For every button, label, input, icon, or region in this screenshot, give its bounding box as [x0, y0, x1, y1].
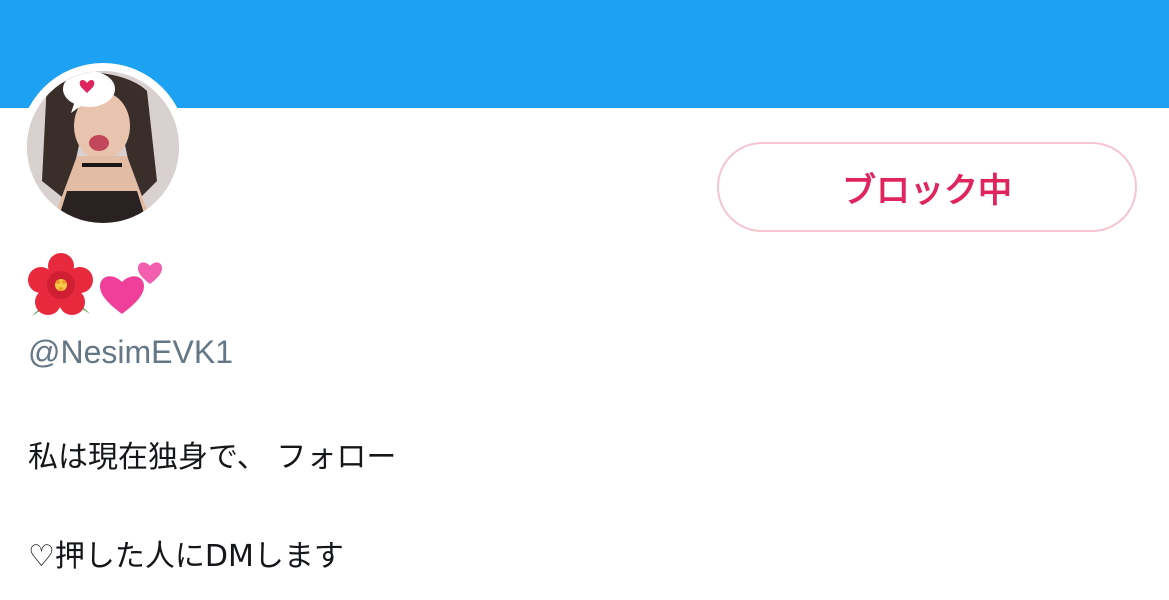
bio-line-1: 私は現在独身で、 フォロー — [28, 440, 397, 475]
user-handle: @NesimEVK1 — [28, 334, 233, 370]
display-name — [28, 252, 166, 318]
avatar[interactable] — [19, 63, 187, 231]
avatar-image-icon — [27, 71, 179, 223]
two-hearts-icon — [100, 262, 162, 314]
profile-banner[interactable] — [0, 0, 1169, 108]
bio-line-2: ♡押した人にDMします — [28, 539, 344, 574]
profile-page: ブロック中 @NesimEVK1 私は現在独身で、 フォロー ♡押した人にDMし… — [0, 0, 1169, 600]
avatar-photo — [27, 71, 179, 223]
blocked-button[interactable]: ブロック中 — [717, 142, 1137, 232]
hibiscus-icon — [28, 253, 93, 316]
blocked-button-label: ブロック中 — [842, 170, 1012, 211]
